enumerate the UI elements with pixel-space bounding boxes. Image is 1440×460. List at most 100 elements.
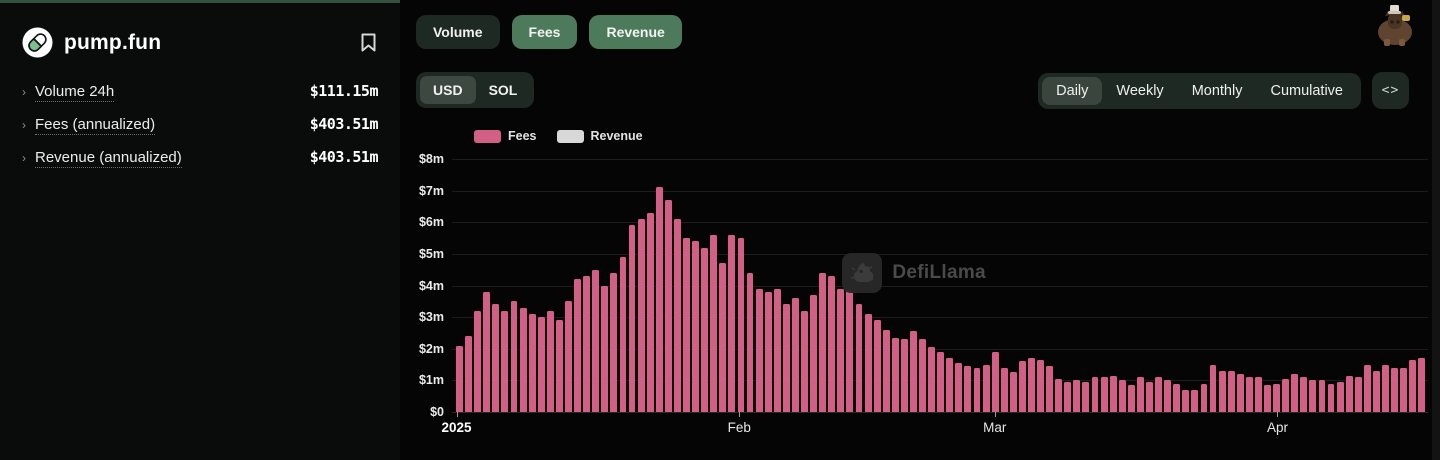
bar[interactable] (1182, 390, 1189, 412)
bar[interactable] (919, 339, 926, 412)
bar[interactable] (955, 363, 962, 412)
bar[interactable] (1319, 380, 1326, 412)
bar[interactable] (883, 330, 890, 412)
bar[interactable] (620, 257, 627, 412)
bar[interactable] (638, 219, 645, 412)
bar[interactable] (774, 289, 781, 412)
bar[interactable] (483, 292, 490, 412)
bar[interactable] (892, 338, 899, 412)
bar[interactable] (538, 317, 545, 412)
bar[interactable] (1328, 384, 1335, 412)
bar[interactable] (1037, 360, 1044, 412)
bar[interactable] (983, 365, 990, 412)
bar[interactable] (901, 339, 908, 412)
bar[interactable] (856, 304, 863, 412)
bar[interactable] (992, 352, 999, 412)
bar[interactable] (520, 308, 527, 412)
bar[interactable] (1219, 371, 1226, 412)
bar[interactable] (719, 263, 726, 412)
bar[interactable] (1173, 384, 1180, 412)
bar[interactable] (819, 273, 826, 412)
bar[interactable] (1282, 379, 1289, 412)
bar[interactable] (792, 298, 799, 412)
bar[interactable] (1001, 368, 1008, 412)
bar[interactable] (629, 225, 636, 412)
bar[interactable] (583, 276, 590, 412)
bar[interactable] (1418, 358, 1425, 412)
interval-tab-daily[interactable]: Daily (1042, 77, 1102, 105)
bar[interactable] (874, 320, 881, 412)
bar[interactable] (1400, 368, 1407, 412)
bar[interactable] (964, 366, 971, 412)
embed-code-button[interactable]: <> (1372, 72, 1409, 109)
metric-button-volume[interactable]: Volume (416, 15, 500, 49)
metric-button-revenue[interactable]: Revenue (589, 15, 681, 49)
scrollbar[interactable] (1432, 0, 1440, 460)
bar[interactable] (592, 270, 599, 412)
bar[interactable] (511, 301, 518, 412)
bar[interactable] (610, 273, 617, 412)
bar[interactable] (1073, 380, 1080, 412)
bar[interactable] (1246, 377, 1253, 412)
bar[interactable] (1355, 377, 1362, 412)
bar[interactable] (547, 311, 554, 412)
bar[interactable] (1264, 385, 1271, 412)
bar[interactable] (756, 289, 763, 412)
bar[interactable] (828, 276, 835, 412)
bar[interactable] (1237, 374, 1244, 412)
bar[interactable] (1373, 371, 1380, 412)
bar[interactable] (683, 238, 690, 412)
bar[interactable] (765, 292, 772, 412)
bar[interactable] (1010, 372, 1017, 412)
bar[interactable] (456, 346, 463, 412)
bar[interactable] (692, 241, 699, 412)
bar[interactable] (1055, 379, 1062, 412)
bar[interactable] (474, 311, 481, 412)
metric-button-fees[interactable]: Fees (512, 15, 578, 49)
bar[interactable] (783, 304, 790, 412)
bar[interactable] (1146, 382, 1153, 412)
bar[interactable] (1092, 377, 1099, 412)
bar[interactable] (1019, 361, 1026, 412)
bar[interactable] (1064, 382, 1071, 412)
bar[interactable] (710, 235, 717, 412)
bar[interactable] (1119, 380, 1126, 412)
legend-item-fees[interactable]: Fees (474, 129, 537, 143)
interval-tab-monthly[interactable]: Monthly (1178, 77, 1257, 105)
bar[interactable] (465, 336, 472, 412)
legend-item-revenue[interactable]: Revenue (557, 129, 643, 143)
bar[interactable] (801, 311, 808, 412)
bar[interactable] (928, 347, 935, 412)
bar[interactable] (492, 304, 499, 412)
bar[interactable] (738, 238, 745, 412)
bar[interactable] (810, 295, 817, 412)
currency-option-sol[interactable]: SOL (476, 76, 531, 104)
currency-option-usd[interactable]: USD (420, 76, 476, 104)
bar[interactable] (1155, 377, 1162, 412)
bar[interactable] (1409, 360, 1416, 412)
bar[interactable] (1201, 384, 1208, 412)
bar[interactable] (1128, 385, 1135, 412)
interval-tab-weekly[interactable]: Weekly (1102, 77, 1177, 105)
bar[interactable] (501, 311, 508, 412)
bar[interactable] (946, 358, 953, 412)
bar[interactable] (837, 289, 844, 412)
bar[interactable] (1191, 390, 1198, 412)
bar[interactable] (1364, 365, 1371, 412)
bar[interactable] (1101, 377, 1108, 412)
interval-tab-cumulative[interactable]: Cumulative (1256, 77, 1357, 105)
bar[interactable] (1291, 374, 1298, 412)
bar[interactable] (1273, 384, 1280, 412)
bar[interactable] (529, 314, 536, 412)
bar[interactable] (1228, 371, 1235, 412)
stat-label[interactable]: Volume 24h (35, 83, 114, 102)
bar[interactable] (1300, 377, 1307, 412)
llama-avatar[interactable] (1372, 5, 1418, 47)
bar[interactable] (701, 248, 708, 412)
bar[interactable] (656, 187, 663, 412)
bar[interactable] (747, 273, 754, 412)
bar[interactable] (728, 235, 735, 412)
stat-label[interactable]: Fees (annualized) (35, 116, 155, 135)
bookmark-icon[interactable] (361, 33, 376, 52)
bar[interactable] (601, 286, 608, 413)
